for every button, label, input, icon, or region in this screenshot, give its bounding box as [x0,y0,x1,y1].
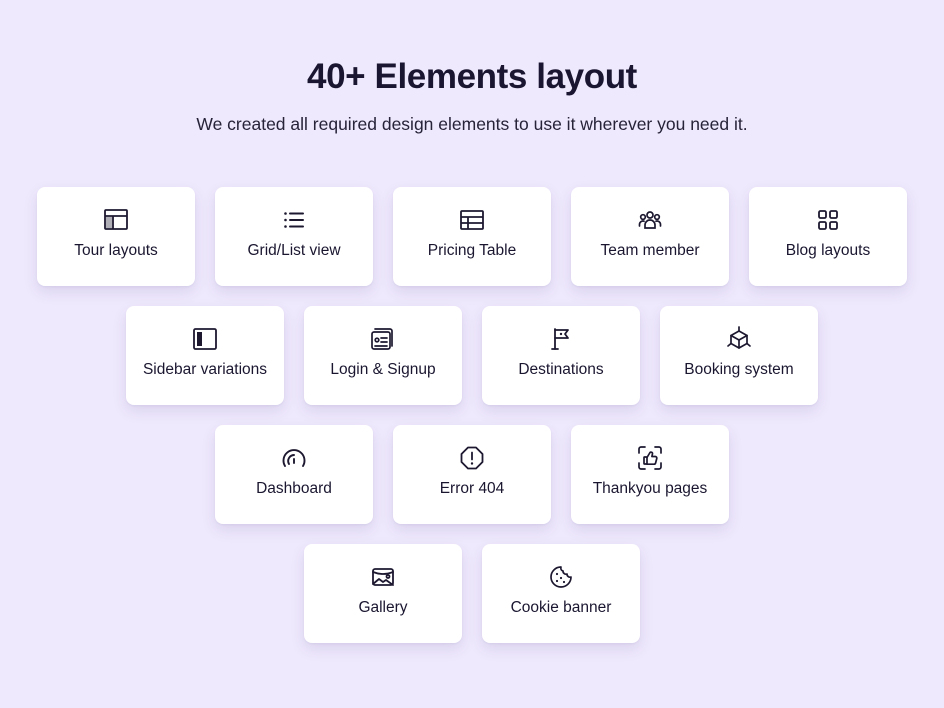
card-label: Tour layouts [74,242,158,259]
card-label: Destinations [518,361,604,378]
gauge-icon [280,444,308,472]
card-blog-layouts[interactable]: Blog layouts [749,187,907,286]
layout-icon [102,206,130,234]
elements-row-3: Dashboard Error 404 Thankyou pages [0,425,944,524]
card-tour-layouts[interactable]: Tour layouts [37,187,195,286]
card-label: Booking system [684,361,794,378]
card-booking-system[interactable]: Booking system [660,306,818,405]
card-team-member[interactable]: Team member [571,187,729,286]
thumbs-up-icon [636,444,664,472]
grid-icon [814,206,842,234]
card-destinations[interactable]: Destinations [482,306,640,405]
card-label: Sidebar variations [142,361,268,378]
flag-icon [547,325,575,353]
sidebar-icon [191,325,219,353]
elements-row-4: Gallery Cookie banner [0,544,944,643]
card-label: Error 404 [439,480,505,497]
table-icon [458,206,486,234]
cookie-icon [547,563,575,591]
elements-row-2: Sidebar variations Login & Signup Destin… [0,306,944,405]
list-icon [280,206,308,234]
alert-octagon-icon [458,444,486,472]
card-grid-list-view[interactable]: Grid/List view [215,187,373,286]
card-dashboard[interactable]: Dashboard [215,425,373,524]
card-label: Gallery [358,599,408,616]
elements-grid: Tour layouts Grid/List view Pricing Tabl… [0,187,944,663]
elements-row-1: Tour layouts Grid/List view Pricing Tabl… [0,187,944,286]
id-card-icon [369,325,397,353]
cube-icon [725,325,753,353]
card-login-signup[interactable]: Login & Signup [304,306,462,405]
card-error-404[interactable]: Error 404 [393,425,551,524]
page-subtitle: We created all required design elements … [196,114,748,134]
card-thankyou-pages[interactable]: Thankyou pages [571,425,729,524]
card-label: Dashboard [256,480,332,497]
card-label: Login & Signup [330,361,436,378]
card-cookie-banner[interactable]: Cookie banner [482,544,640,643]
hero-section: 40+ Elements layout We created all requi… [0,54,944,136]
card-pricing-table[interactable]: Pricing Table [393,187,551,286]
page-title: 40+ Elements layout [307,57,637,96]
card-sidebar-variations[interactable]: Sidebar variations [126,306,284,405]
image-icon [369,563,397,591]
card-label: Blog layouts [785,242,871,259]
card-label: Pricing Table [427,242,517,259]
card-label: Thankyou pages [592,480,708,497]
card-gallery[interactable]: Gallery [304,544,462,643]
users-icon [636,206,664,234]
card-label: Cookie banner [510,599,612,616]
card-label: Grid/List view [247,242,341,259]
card-label: Team member [600,242,700,259]
